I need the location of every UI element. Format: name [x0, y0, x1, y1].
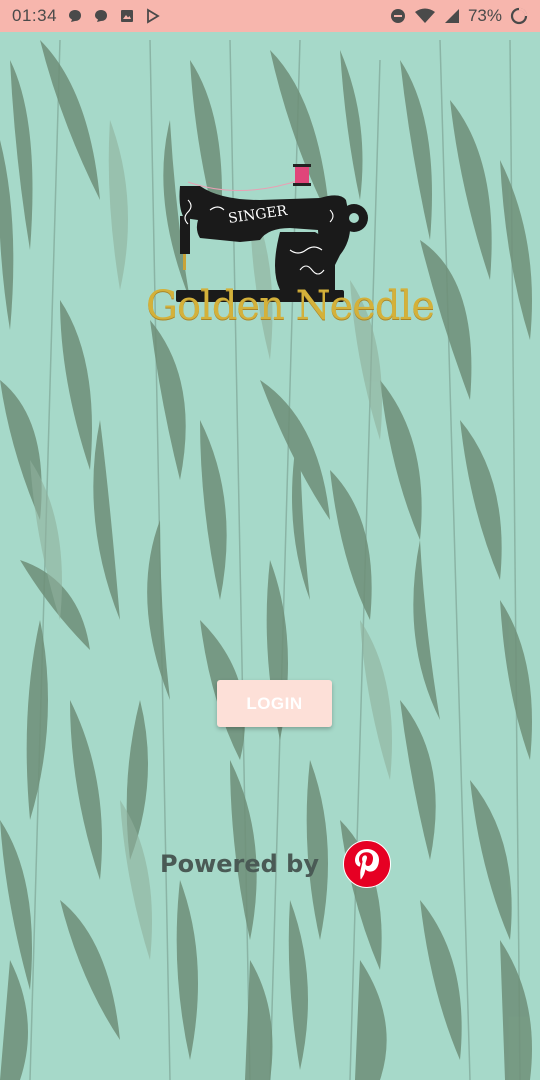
chat-bubble-icon: [69, 10, 82, 22]
status-time: 01:34: [12, 6, 58, 25]
wifi-icon: [414, 8, 435, 23]
chat-bubble-icon: [95, 10, 108, 22]
battery-percent: 73%: [467, 6, 502, 25]
play-store-icon: [147, 8, 160, 24]
status-bar: 01:34 73%: [0, 0, 540, 32]
login-screen: 01:34 73% SINGER Golden Needle LOGIN Pow…: [0, 0, 540, 1080]
powered-by-label: Powered by: [160, 850, 319, 878]
login-button[interactable]: LOGIN: [217, 680, 332, 727]
battery-icon: [510, 7, 528, 25]
pinterest-p-glyph: [355, 849, 379, 880]
do-not-disturb-icon: [390, 9, 405, 23]
image-icon: [121, 10, 134, 22]
powered-by: Powered by: [160, 840, 391, 888]
signal-icon: [444, 9, 459, 23]
app-title: Golden Needle: [146, 283, 435, 329]
pinterest-icon[interactable]: [343, 840, 391, 888]
